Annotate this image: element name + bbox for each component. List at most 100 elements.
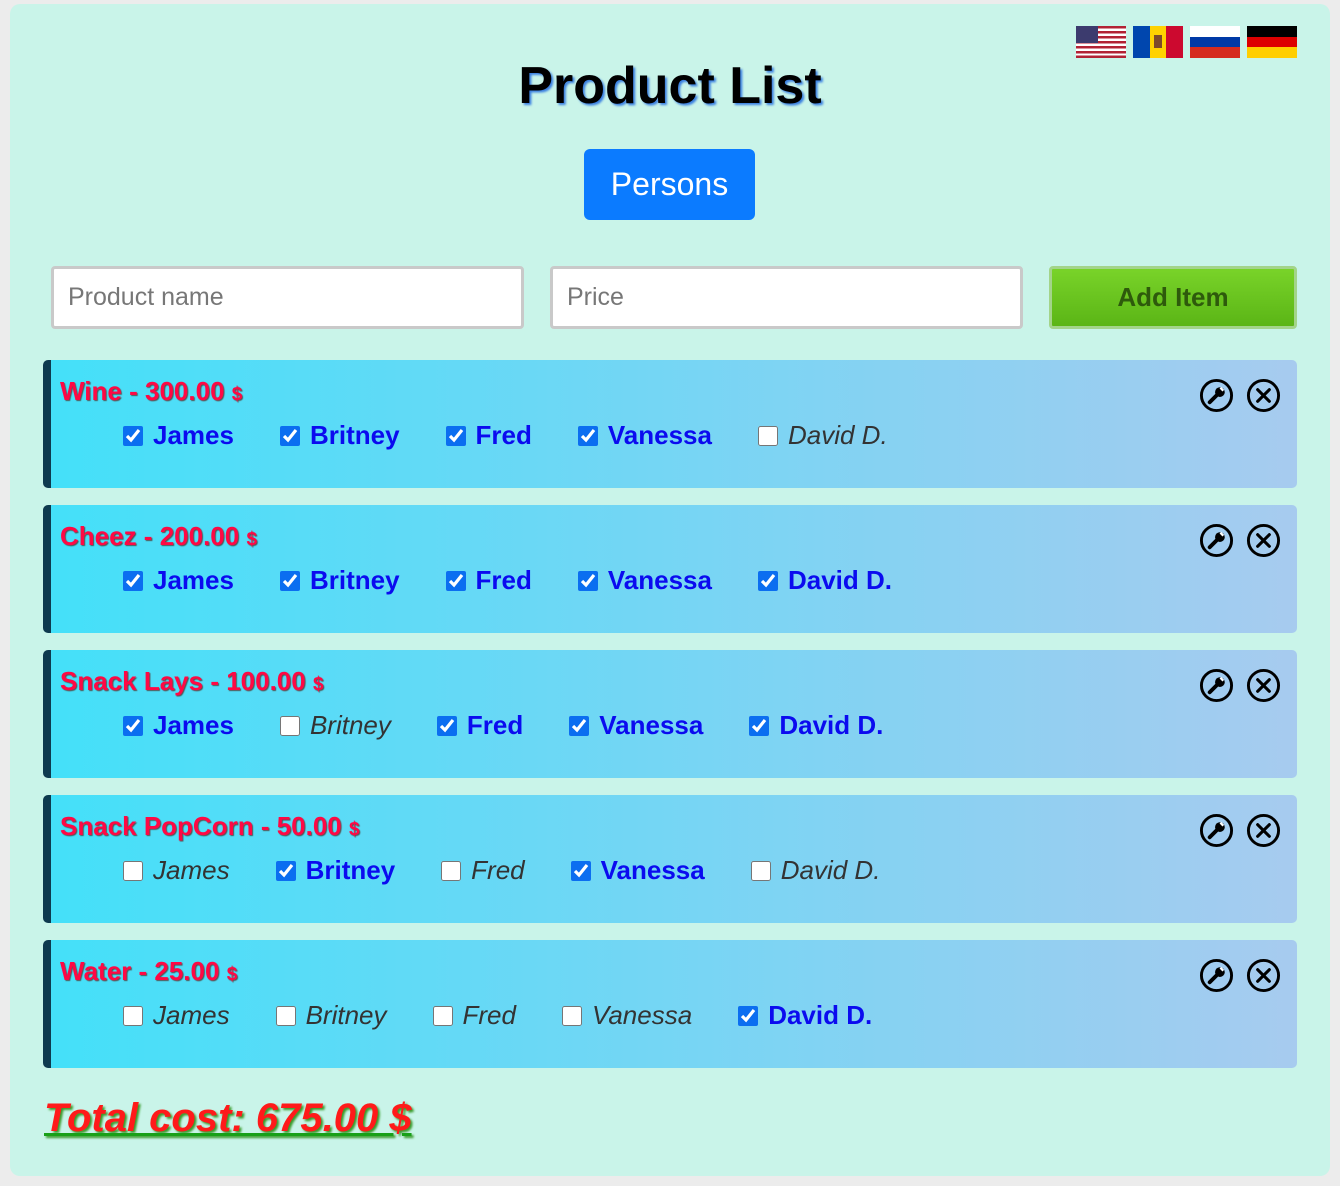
person-option[interactable]: David D.	[738, 1000, 872, 1031]
person-checkbox[interactable]	[123, 570, 143, 591]
person-option[interactable]: Fred	[441, 855, 525, 886]
person-label: David D.	[780, 855, 881, 885]
close-circle-icon[interactable]	[1246, 813, 1281, 848]
person-checkboxes: James Britney Fred Vanessa David D.	[123, 420, 934, 451]
wrench-icon[interactable]	[1199, 378, 1234, 413]
person-checkbox[interactable]	[279, 425, 300, 446]
person-checkbox[interactable]	[569, 715, 590, 736]
person-option[interactable]: Britney	[279, 420, 400, 451]
close-circle-icon[interactable]	[1246, 378, 1281, 413]
person-label: Fred	[462, 1000, 516, 1030]
person-checkbox[interactable]	[577, 570, 598, 591]
person-option[interactable]: James	[123, 1000, 230, 1031]
person-checkbox[interactable]	[275, 1005, 296, 1026]
person-option[interactable]: Britney	[279, 710, 391, 741]
person-option[interactable]: Fred	[432, 1000, 516, 1031]
person-option[interactable]: Fred	[436, 710, 523, 741]
person-checkbox[interactable]	[445, 425, 466, 446]
person-option[interactable]: David D.	[757, 420, 888, 451]
person-option[interactable]: Vanessa	[577, 420, 712, 451]
person-checkbox[interactable]	[436, 715, 457, 736]
person-label: Britney	[309, 710, 391, 740]
us-flag-icon[interactable]	[1076, 26, 1126, 58]
person-option[interactable]: Fred	[445, 565, 532, 596]
product-name: Snack Lays	[60, 666, 204, 696]
person-option[interactable]: Fred	[445, 420, 532, 451]
person-option[interactable]: Britney	[275, 855, 395, 886]
person-option[interactable]: James	[123, 420, 234, 451]
person-checkboxes: James Britney Fred Vanessa David D.	[123, 710, 929, 741]
persons-button[interactable]: Persons	[584, 149, 755, 220]
person-option[interactable]: Britney	[279, 565, 400, 596]
close-circle-icon[interactable]	[1246, 958, 1281, 993]
person-checkbox[interactable]	[275, 860, 296, 881]
moldova-flag-icon[interactable]	[1133, 26, 1183, 58]
close-circle-icon[interactable]	[1246, 668, 1281, 703]
person-checkbox[interactable]	[570, 860, 591, 881]
person-option[interactable]: James	[123, 565, 234, 596]
wrench-icon[interactable]	[1199, 958, 1234, 993]
person-checkboxes: James Britney Fred Vanessa David D.	[123, 565, 938, 596]
person-checkbox[interactable]	[445, 570, 466, 591]
person-label: James	[153, 855, 230, 885]
person-label: James	[153, 420, 234, 450]
person-checkbox[interactable]	[750, 860, 771, 881]
person-option[interactable]: David D.	[749, 710, 883, 741]
germany-flag-icon[interactable]	[1247, 26, 1297, 58]
person-checkbox[interactable]	[123, 425, 143, 446]
person-option[interactable]: David D.	[750, 855, 881, 886]
product-price: 25.00	[154, 956, 220, 986]
person-checkbox[interactable]	[441, 860, 462, 881]
total-cost: Total cost: 675.00 $	[44, 1096, 412, 1140]
wrench-icon[interactable]	[1199, 668, 1234, 703]
person-checkbox[interactable]	[757, 425, 778, 446]
person-option[interactable]: James	[123, 855, 230, 886]
wrench-icon[interactable]	[1199, 523, 1234, 558]
product-name-input[interactable]	[51, 266, 524, 329]
product-name: Cheez	[60, 521, 137, 551]
person-checkbox[interactable]	[577, 425, 598, 446]
product-price: 200.00	[159, 521, 240, 551]
person-option[interactable]: Vanessa	[561, 1000, 692, 1031]
product-title: Cheez - 200.00 $	[60, 521, 258, 551]
person-option[interactable]: David D.	[757, 565, 892, 596]
close-circle-icon[interactable]	[1246, 523, 1281, 558]
person-checkbox[interactable]	[738, 1005, 759, 1026]
page-title: Product List	[518, 57, 822, 115]
person-label: Britney	[305, 1000, 387, 1030]
person-option[interactable]: Britney	[275, 1000, 387, 1031]
person-label: Vanessa	[607, 420, 712, 450]
wrench-icon[interactable]	[1199, 813, 1234, 848]
currency-symbol: $	[231, 384, 243, 405]
person-checkbox[interactable]	[749, 715, 770, 736]
add-item-button[interactable]: Add Item	[1049, 266, 1297, 329]
item-actions	[1199, 813, 1281, 848]
currency-symbol: $	[349, 819, 360, 840]
person-label: Vanessa	[607, 565, 712, 595]
person-option[interactable]: Vanessa	[577, 565, 712, 596]
person-label: David D.	[779, 710, 884, 740]
product-price: 100.00	[226, 666, 306, 696]
person-checkbox[interactable]	[123, 1005, 143, 1026]
person-checkbox[interactable]	[123, 860, 143, 881]
person-checkbox[interactable]	[757, 570, 778, 591]
person-option[interactable]: Vanessa	[570, 855, 705, 886]
person-checkbox[interactable]	[432, 1005, 453, 1026]
person-label: James	[153, 1000, 230, 1030]
person-checkbox[interactable]	[561, 1005, 582, 1026]
person-label: Vanessa	[600, 855, 705, 885]
person-checkbox[interactable]	[279, 715, 300, 736]
russia-flag-icon[interactable]	[1190, 26, 1240, 58]
person-option[interactable]: James	[123, 710, 234, 741]
product-item: Snack Lays - 100.00 $ James Britney Fred Van…	[43, 650, 1297, 778]
product-item: Water - 25.00 $ James Britney Fred Vanessa Da…	[43, 940, 1297, 1068]
product-name: Water	[60, 956, 132, 986]
app-container: Product List Persons Add Item Wine - 300…	[10, 4, 1330, 1176]
price-input[interactable]	[550, 266, 1023, 329]
person-option[interactable]: Vanessa	[569, 710, 703, 741]
product-title: Water - 25.00 $	[60, 956, 238, 986]
person-label: David D.	[768, 1000, 873, 1030]
product-name: Wine	[60, 376, 122, 406]
person-checkbox[interactable]	[279, 570, 300, 591]
person-checkbox[interactable]	[123, 715, 143, 736]
